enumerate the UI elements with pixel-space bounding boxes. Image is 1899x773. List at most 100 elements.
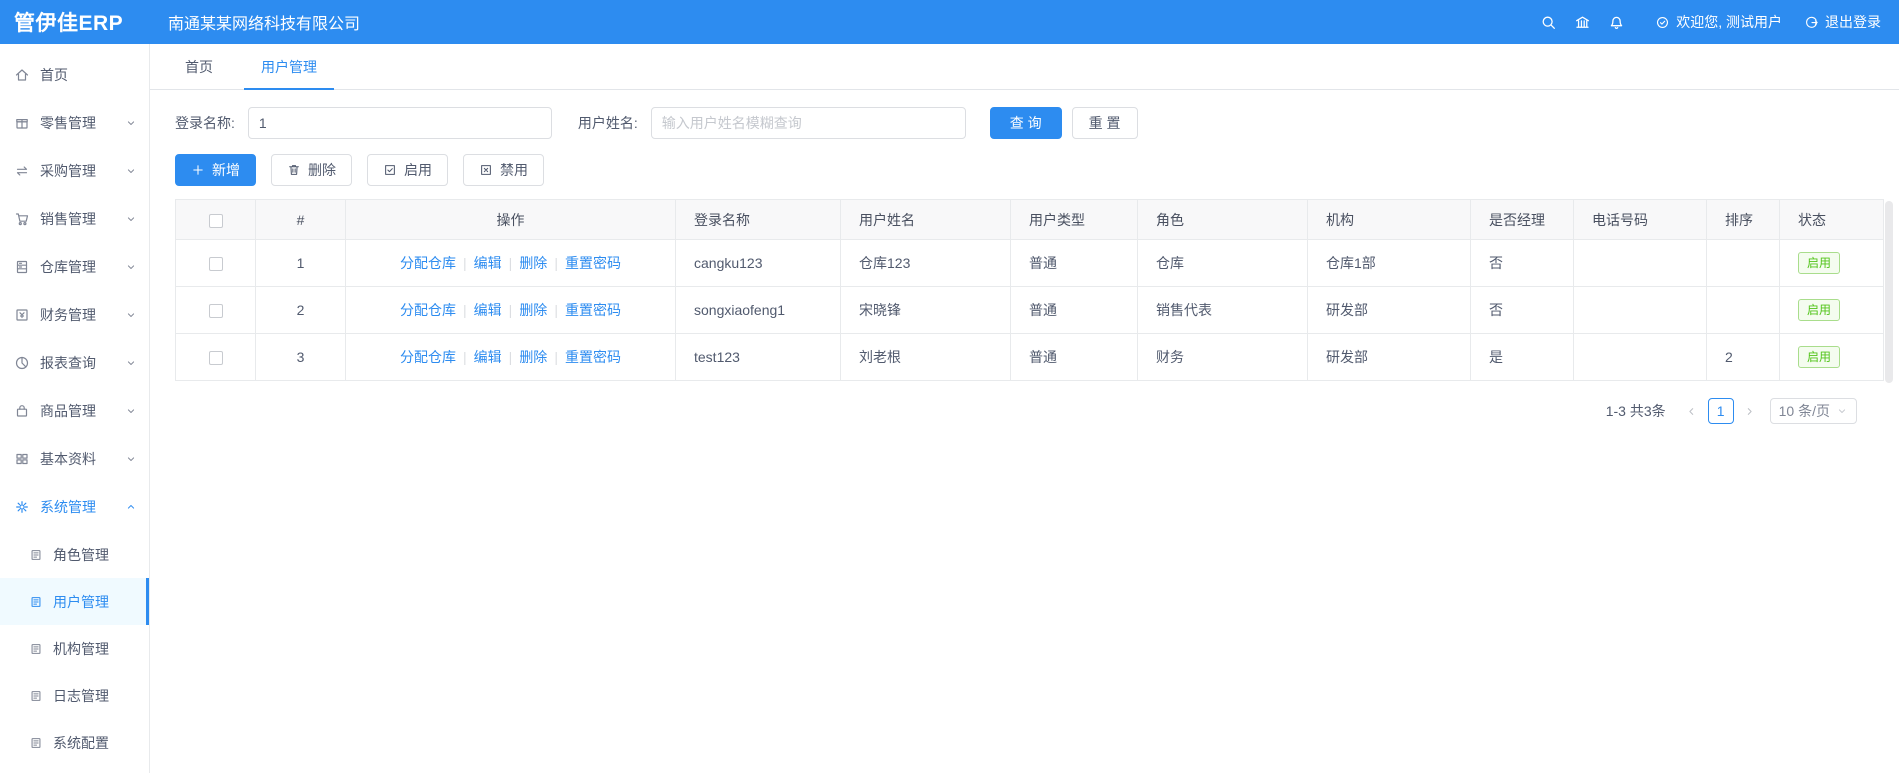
table-scrollbar[interactable] [1885,201,1893,383]
row-checkbox[interactable] [208,351,223,366]
tab-user-management[interactable]: 用户管理 [244,44,334,90]
sidebar-subitem-9-2[interactable]: 机构管理 [0,625,149,672]
user-welcome[interactable]: 欢迎您, 测试用户 [1655,12,1782,32]
sidebar-item-label: 基本资料 [40,451,96,467]
action-link-1[interactable]: 编辑 [474,349,502,365]
logout-button[interactable]: 退出登录 [1804,12,1881,32]
tab-user-management-label: 用户管理 [261,58,317,75]
status-badge: 启用 [1798,299,1841,321]
action-link-1[interactable]: 编辑 [474,302,502,318]
chevron-right-icon [1743,405,1756,418]
table-header-row: # 操作 登录名称 用户姓名 用户类型 角色 机构 是否经理 电话号码 排序 状态 [175,199,1884,240]
column-header-3: 用户姓名 [840,199,1011,240]
row-status-cell: 启用 [1779,333,1884,381]
sidebar-item-0[interactable]: 首页 [0,51,149,99]
tab-bar: 首页 用户管理 [150,44,1899,90]
action-separator: | [554,349,558,365]
organization-icon[interactable] [1565,14,1599,31]
pagination: 1-3 共3条 1 10 条/页 [175,398,1883,424]
action-link-1[interactable]: 编辑 [474,255,502,271]
disable-button[interactable]: 禁用 [463,154,544,186]
notification-bell-icon[interactable] [1599,14,1633,31]
action-link-3[interactable]: 重置密码 [565,349,621,365]
pagination-next-button[interactable] [1738,398,1762,424]
sidebar-item-9[interactable]: 系统管理 [0,483,149,531]
column-header-5: 角色 [1137,199,1308,240]
sidebar-item-label: 零售管理 [40,115,96,131]
check-square-icon [383,163,397,177]
sidebar-subitem-label: 用户管理 [53,593,109,610]
action-link-0[interactable]: 分配仓库 [400,302,456,318]
row-org: 研发部 [1307,333,1471,381]
delete-button[interactable]: 删除 [271,154,352,186]
user-name-input[interactable] [650,107,966,139]
sidebar-item-6[interactable]: 报表查询 [0,339,149,387]
select-all-checkbox[interactable] [208,213,223,228]
row-phone [1573,286,1707,334]
row-login-name: test123 [675,333,841,381]
row-org: 研发部 [1307,286,1471,334]
sidebar-subitem-9-1[interactable]: 用户管理 [0,578,149,625]
row-sort: 2 [1706,333,1780,381]
table-toolbar: 新增 删除 启用 禁用 [175,154,1884,186]
column-header-1: 操作 [345,199,676,240]
row-is-manager: 否 [1470,286,1574,334]
column-header-6: 机构 [1307,199,1471,240]
chevron-down-icon [125,213,137,225]
row-checkbox[interactable] [208,257,223,272]
pagination-page-1[interactable]: 1 [1707,398,1734,424]
sidebar-item-label: 销售管理 [40,211,96,227]
sidebar-subitem-9-4[interactable]: 系统配置 [0,719,149,766]
page-size-select[interactable]: 10 条/页 [1769,398,1857,424]
row-checkbox[interactable] [208,304,223,319]
table-row: 2 分配仓库 | 编辑 | 删除 | 重置密码 songxiaofeng1 宋晓锋 普通 销售代表 研发… [175,286,1884,334]
top-header: 管伊佳ERP 南通某某网络科技有限公司 欢迎您, 测试用户 退出登录 [0,0,1899,44]
user-table: # 操作 登录名称 用户姓名 用户类型 角色 机构 是否经理 电话号码 排序 状态 1 分配仓库 | 编辑 |… [175,199,1884,381]
disable-label: 禁用 [500,162,528,178]
login-name-input[interactable] [247,107,552,139]
sidebar-item-5[interactable]: 财务管理 [0,291,149,339]
sidebar-item-8[interactable]: 基本资料 [0,435,149,483]
reset-button[interactable]: 重 置 [1071,107,1138,139]
action-link-2[interactable]: 删除 [519,255,547,271]
sidebar-item-label: 财务管理 [40,307,96,323]
row-is-manager: 是 [1470,333,1574,381]
row-user-type: 普通 [1010,239,1138,287]
sidebar-item-3[interactable]: 销售管理 [0,195,149,243]
search-button[interactable]: 查 询 [989,107,1062,139]
user-name-label: 用户姓名: [577,115,638,131]
sidebar-subitem-label: 角色管理 [53,546,109,563]
action-link-3[interactable]: 重置密码 [565,255,621,271]
tab-home[interactable]: 首页 [168,44,230,89]
sidebar-subitem-9-0[interactable]: 角色管理 [0,531,149,578]
finance-icon [14,307,30,323]
action-separator: | [508,302,513,318]
action-link-0[interactable]: 分配仓库 [400,349,456,365]
add-button[interactable]: 新增 [175,154,256,186]
sidebar-subitem-label: 机构管理 [53,640,109,657]
sidebar-item-7[interactable]: 商品管理 [0,387,149,435]
row-is-manager: 否 [1470,239,1574,287]
action-link-2[interactable]: 删除 [519,302,547,318]
search-icon[interactable] [1531,14,1565,31]
action-link-3[interactable]: 重置密码 [565,302,621,318]
sidebar-item-2[interactable]: 采购管理 [0,147,149,195]
table-row: 1 分配仓库 | 编辑 | 删除 | 重置密码 cangku123 仓库123 普通 仓库 仓库1部否 启… [175,239,1884,287]
sidebar-menu: 首页零售管理采购管理销售管理仓库管理财务管理报表查询 商品管理基本资料系统管理角色… [0,44,150,773]
sidebar-subitem-9-3[interactable]: 日志管理 [0,672,149,719]
delete-label: 删除 [308,162,336,178]
chevron-down-icon [125,357,137,369]
sidebar-item-1[interactable]: 零售管理 [0,99,149,147]
pagination-prev-button[interactable] [1680,398,1704,424]
chevron-down-icon [125,405,137,417]
sidebar-subitem-label: 日志管理 [53,687,109,704]
row-status-cell: 启用 [1779,286,1884,334]
action-separator: | [554,302,558,318]
row-checkbox-cell [175,239,256,287]
action-link-0[interactable]: 分配仓库 [400,255,456,271]
action-separator: | [508,255,513,271]
action-link-2[interactable]: 删除 [519,349,547,365]
column-header-9: 排序 [1706,199,1780,240]
enable-button[interactable]: 启用 [367,154,448,186]
sidebar-item-4[interactable]: 仓库管理 [0,243,149,291]
